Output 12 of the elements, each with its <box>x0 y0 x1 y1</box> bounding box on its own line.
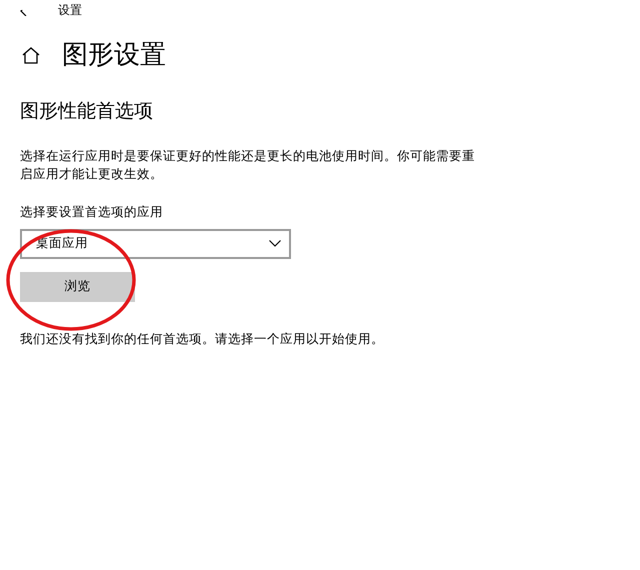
home-icon[interactable] <box>22 46 40 64</box>
browse-button[interactable]: 浏览 <box>20 272 135 302</box>
empty-message: 我们还没有找到你的任何首选项。请选择一个应用以开始使用。 <box>20 330 385 348</box>
section-heading: 图形性能首选项 <box>20 100 154 123</box>
chevron-down-icon <box>269 240 281 248</box>
back-icon[interactable] <box>20 10 28 16</box>
app-dropdown[interactable]: 桌面应用 <box>20 228 291 259</box>
dropdown-value: 桌面应用 <box>36 234 88 252</box>
field-label: 选择要设置首选项的应用 <box>20 202 164 221</box>
window-title: 设置 <box>58 4 82 16</box>
page-title: 图形设置 <box>62 42 166 68</box>
description-text: 选择在运行应用时是要保证更好的性能还是更长的电池使用时间。你可能需要重启应用才能让更改生效。 <box>20 146 476 183</box>
